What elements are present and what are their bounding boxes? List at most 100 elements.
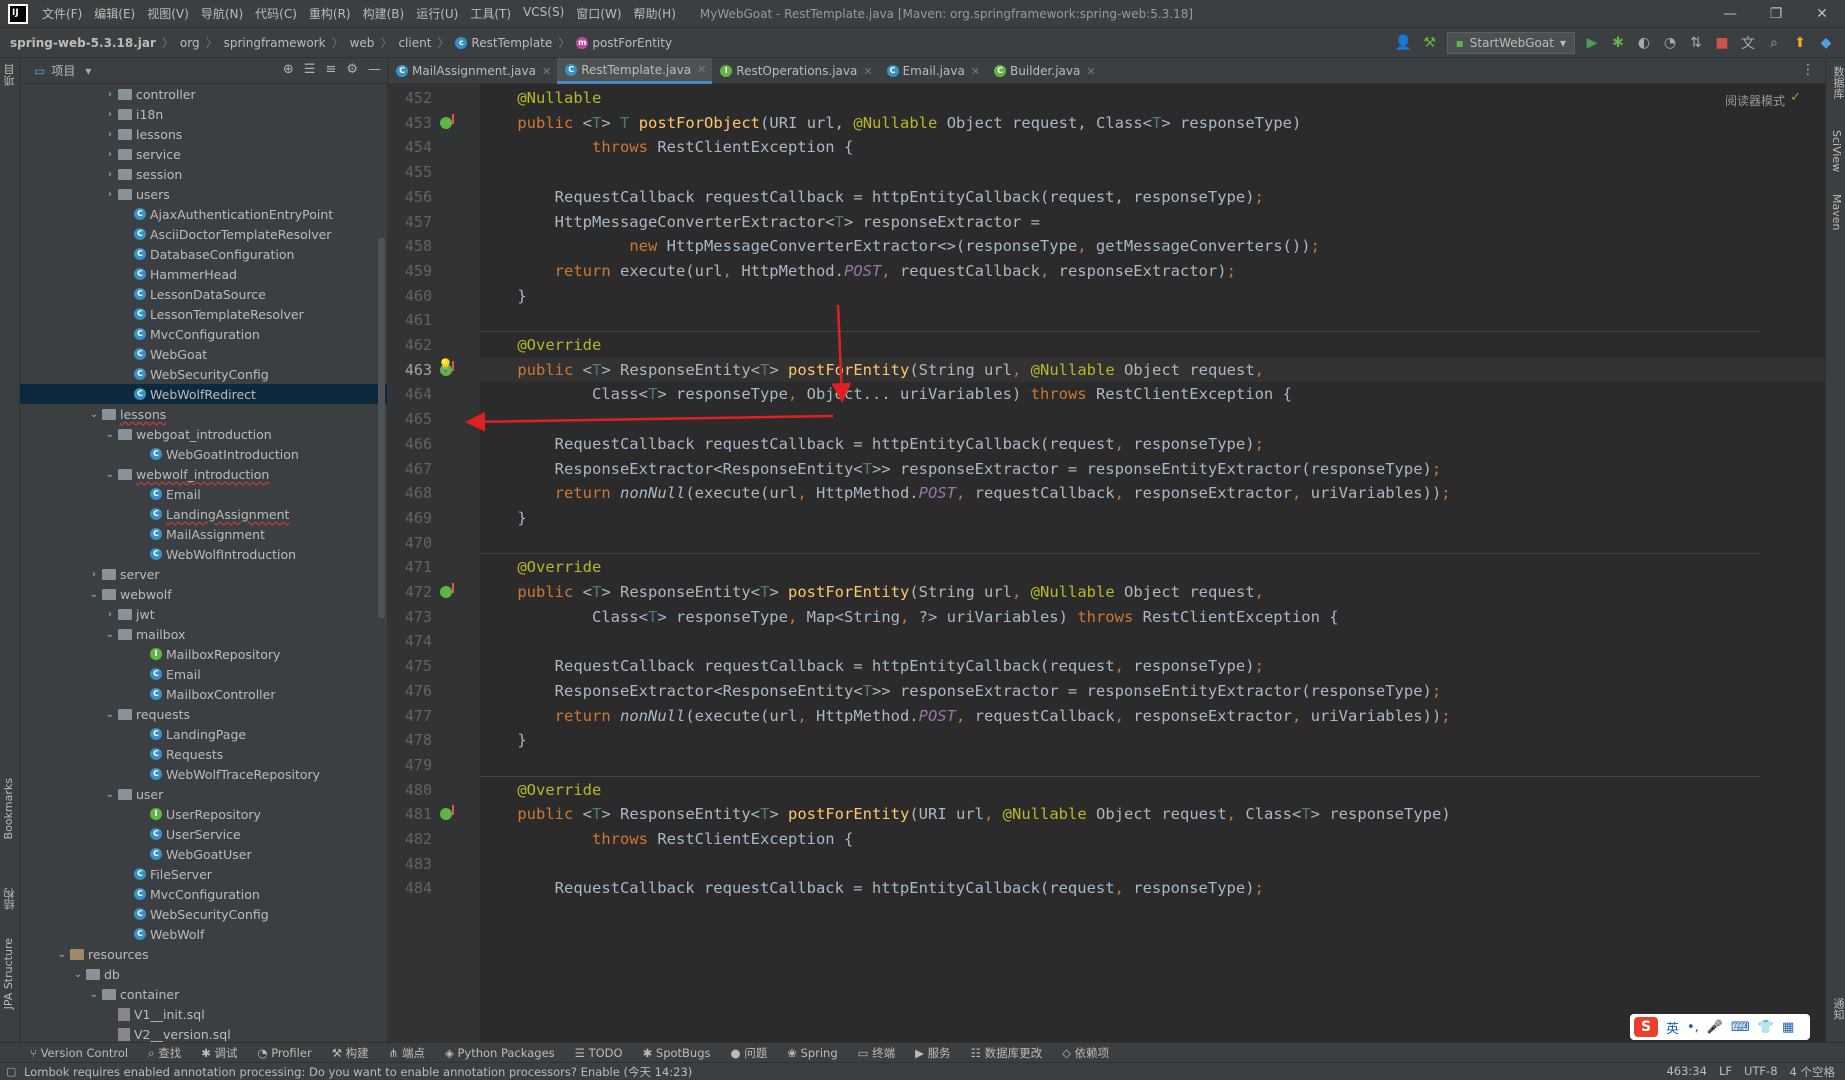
tree-item[interactable]: C WebSecurityConfig xyxy=(20,904,387,924)
hide-icon[interactable]: — xyxy=(368,62,381,77)
breadcrumb-item[interactable]: spring-web-5.3.18.jar xyxy=(10,36,156,50)
status-expand-icon[interactable]: ▢ xyxy=(6,1065,16,1078)
plugin-icon[interactable]: ◆ xyxy=(1817,34,1835,52)
menu-item[interactable]: VCS(S) xyxy=(517,5,570,22)
translate-icon[interactable]: 文 xyxy=(1739,34,1757,52)
code-line[interactable]: } xyxy=(480,506,1825,531)
menu-item[interactable]: 编辑(E) xyxy=(88,5,141,22)
close-tab-icon[interactable]: ✕ xyxy=(971,65,980,78)
tree-item[interactable]: C WebWolfIntroduction xyxy=(20,544,387,564)
tree-item[interactable]: C Email xyxy=(20,484,387,504)
tree-item[interactable]: C WebWolf xyxy=(20,924,387,944)
expand-all-icon[interactable]: ☰ xyxy=(304,62,316,77)
code-line[interactable]: public <T> T postForObject(URI url, @Nul… xyxy=(480,111,1825,136)
code-line[interactable]: public <T> ResponseEntity<T> postForEnti… xyxy=(480,580,1825,605)
attach-icon[interactable]: ⇅ xyxy=(1687,34,1705,52)
menu-item[interactable]: 运行(U) xyxy=(410,5,464,22)
ime-toolbar[interactable]: S 英 •, 🎤 ⌨ 👕 ▦ xyxy=(1630,1014,1810,1040)
code-line[interactable] xyxy=(480,531,1825,556)
bottom-tool-button[interactable]: ☰ TODO xyxy=(575,1046,623,1060)
tree-item[interactable]: C WebGoatUser xyxy=(20,844,387,864)
tree-item[interactable]: C LandingAssignment xyxy=(20,504,387,524)
tree-item[interactable]: ⌄ container xyxy=(20,984,387,1004)
bottom-tool-button[interactable]: ⌕ 查找 xyxy=(148,1045,181,1061)
chevron-down-icon[interactable]: ⌄ xyxy=(86,589,102,600)
code-line[interactable]: } xyxy=(480,728,1825,753)
bottom-tool-button[interactable]: ☷ 数据库更改 xyxy=(971,1045,1042,1061)
breadcrumb-item[interactable]: RestTemplate xyxy=(471,36,552,50)
code-line[interactable]: RequestCallback requestCallback = httpEn… xyxy=(480,876,1825,901)
menu-item[interactable]: 代码(C) xyxy=(249,5,303,22)
code-area[interactable]: @Nullable public <T> T postForObject(URI… xyxy=(438,84,1825,1042)
tree-item[interactable]: C UserService xyxy=(20,824,387,844)
code-line[interactable]: @Override xyxy=(480,333,1825,358)
code-line[interactable]: @Override xyxy=(480,778,1825,803)
line-separator[interactable]: LF xyxy=(1719,1064,1732,1080)
close-icon[interactable]: ✕ xyxy=(1799,0,1845,28)
tree-item[interactable]: › jwt xyxy=(20,604,387,624)
code-line[interactable]: Class<T> responseType, Map<String, ?> ur… xyxy=(480,605,1825,630)
tree-item[interactable]: › server xyxy=(20,564,387,584)
chevron-right-icon[interactable]: › xyxy=(102,189,118,200)
tree-item[interactable]: C AsciiDoctorTemplateResolver xyxy=(20,224,387,244)
override-marker-icon[interactable] xyxy=(440,583,454,598)
tree-item[interactable]: C MvcConfiguration xyxy=(20,324,387,344)
tree-item[interactable]: › lessons xyxy=(20,124,387,144)
tree-item[interactable]: ⌄ db xyxy=(20,964,387,984)
code-line[interactable]: return execute(url, HttpMethod.POST, req… xyxy=(480,259,1825,284)
tree-item[interactable]: V2__version.sql xyxy=(20,1024,387,1042)
coverage-icon[interactable]: ◐ xyxy=(1635,34,1653,52)
chevron-right-icon[interactable]: › xyxy=(86,569,102,580)
tree-item[interactable]: I MailboxRepository xyxy=(20,644,387,664)
tree-item[interactable]: ⌄ webwolf xyxy=(20,584,387,604)
code-line[interactable]: RequestCallback requestCallback = httpEn… xyxy=(480,432,1825,457)
code-line[interactable]: @Override xyxy=(480,555,1825,580)
menu-item[interactable]: 工具(T) xyxy=(464,5,517,22)
menu-item[interactable]: 窗口(W) xyxy=(570,5,627,22)
chevron-down-icon[interactable]: ⌄ xyxy=(102,789,118,800)
chevron-down-icon[interactable]: ⌄ xyxy=(86,989,102,1000)
bookmarks-tool-button[interactable]: Bookmarks xyxy=(2,778,15,839)
menu-item[interactable]: 重构(R) xyxy=(303,5,357,22)
jpa-structure-tool-button[interactable]: JPA Structure xyxy=(2,938,15,1009)
tree-item[interactable]: C AjaxAuthenticationEntryPoint xyxy=(20,204,387,224)
ime-language[interactable]: 英 xyxy=(1666,1018,1679,1037)
code-line[interactable]: public <T> ResponseEntity<T> postForEnti… xyxy=(480,802,1825,827)
tree-item[interactable]: ⌄ webwolf_introduction xyxy=(20,464,387,484)
code-line[interactable]: RequestCallback requestCallback = httpEn… xyxy=(480,185,1825,210)
chevron-right-icon[interactable]: › xyxy=(102,89,118,100)
chevron-right-icon[interactable]: › xyxy=(102,149,118,160)
code-line[interactable] xyxy=(480,160,1825,185)
update-icon[interactable]: ⬆ xyxy=(1791,34,1809,52)
tree-item[interactable]: ⌄ requests xyxy=(20,704,387,724)
code-line[interactable]: new HttpMessageConverterExtractor<>(resp… xyxy=(480,234,1825,259)
bottom-tool-button[interactable]: ▶ 服务 xyxy=(915,1045,951,1061)
notifications-tool-button[interactable]: 通知 xyxy=(1830,998,1845,1020)
breadcrumb-item[interactable]: org xyxy=(180,36,200,50)
breadcrumb-item[interactable]: client xyxy=(398,36,431,50)
chevron-down-icon[interactable]: ⌄ xyxy=(102,429,118,440)
tree-item[interactable]: C WebGoatIntroduction xyxy=(20,444,387,464)
structure-tool-button[interactable]: 结构 xyxy=(2,888,18,910)
code-line[interactable]: RequestCallback requestCallback = httpEn… xyxy=(480,654,1825,679)
bottom-tool-button[interactable]: ◈ Python Packages xyxy=(445,1046,555,1060)
tree-item[interactable]: C FileServer xyxy=(20,864,387,884)
build-hammer-icon[interactable]: ⚒ xyxy=(1421,34,1439,52)
bottom-tool-button[interactable]: ◔ Profiler xyxy=(257,1046,311,1060)
tree-item[interactable]: ⌄ lessons xyxy=(20,404,387,424)
chevron-down-icon[interactable]: ▾ xyxy=(85,64,91,78)
database-tool-button[interactable]: 数据库 xyxy=(1830,66,1845,99)
code-line[interactable]: Class<T> responseType, Object... uriVari… xyxy=(480,382,1825,407)
tree-item[interactable]: ⌄ webgoat_introduction xyxy=(20,424,387,444)
tree-item[interactable]: C WebWolfRedirect xyxy=(20,384,387,404)
close-tab-icon[interactable]: ✕ xyxy=(542,65,551,78)
chevron-down-icon[interactable]: ⌄ xyxy=(86,409,102,420)
menu-item[interactable]: 视图(V) xyxy=(141,5,195,22)
override-marker-icon[interactable] xyxy=(440,113,454,129)
project-scrollbar[interactable] xyxy=(378,238,385,618)
code-line[interactable]: HttpMessageConverterExtractor<T> respons… xyxy=(480,210,1825,235)
bottom-tool-button[interactable]: ⋔ 端点 xyxy=(389,1045,425,1061)
bottom-tool-button[interactable]: ✱ 调试 xyxy=(201,1045,237,1061)
tree-item[interactable]: › session xyxy=(20,164,387,184)
close-tab-icon[interactable]: ✕ xyxy=(697,63,706,76)
